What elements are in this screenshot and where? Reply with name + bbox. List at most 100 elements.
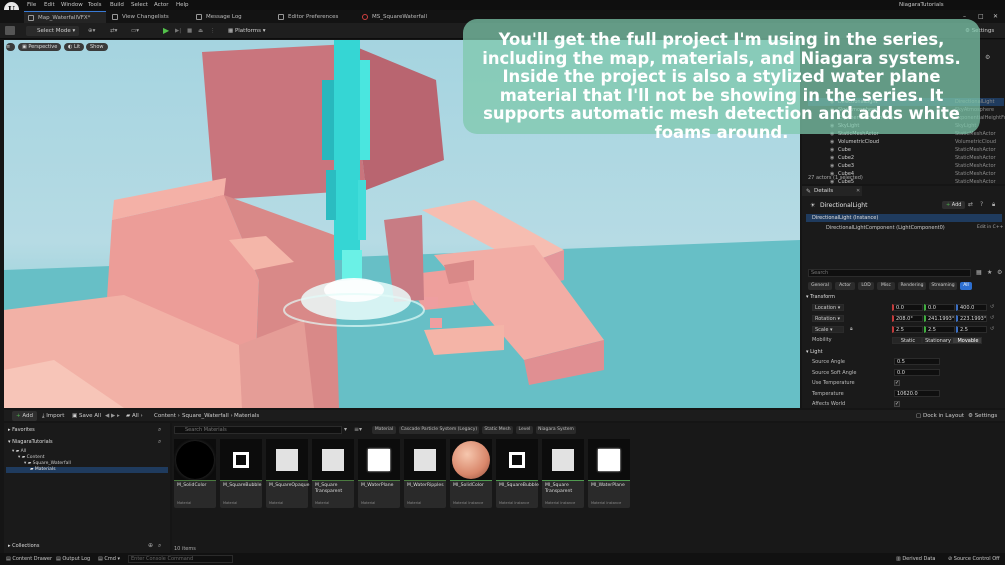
tree-square-waterfall[interactable]: ▾ ▰ Square_Waterfall	[24, 461, 71, 466]
scale-dropdown[interactable]: Scale ▾	[812, 326, 844, 333]
add-component-button[interactable]: + Add	[942, 201, 966, 209]
perspective-button[interactable]: ▣ Perspective	[18, 43, 62, 51]
play-options-icon[interactable]: ⋮	[210, 26, 216, 36]
asset-tile[interactable]: M_Square Transparent Material	[312, 439, 354, 508]
asset-search-input[interactable]: Search Materials	[174, 426, 342, 434]
asset-tile[interactable]: MI_Square Transparent Material Instance	[542, 439, 584, 508]
rotation-field-y[interactable]: 241.1993°	[924, 315, 955, 322]
dock-in-layout-button[interactable]: ▢ Dock in Layout	[916, 411, 964, 421]
filter-chip[interactable]: Level	[516, 426, 533, 434]
filter-options-icon[interactable]: ≡▾	[354, 426, 362, 433]
outliner-row[interactable]: ◉ Cube2 StaticMeshActor	[808, 154, 1004, 162]
details-search-input[interactable]: Search	[808, 269, 971, 277]
filter-tab-general[interactable]: General	[808, 282, 832, 290]
platforms-button[interactable]: ▦ Platforms ▾	[228, 26, 266, 36]
lit-button[interactable]: ◐ Lit	[64, 43, 85, 51]
asset-tile[interactable]: M_WaterRipples Material	[404, 439, 446, 508]
tab-ms-square-waterfall[interactable]: MS_SquareWaterfall	[358, 11, 444, 23]
viewport-menu-icon[interactable]: ≡	[6, 43, 15, 51]
reset-rotation-icon[interactable]: ↺	[990, 315, 994, 321]
breadcrumb-all[interactable]: ▰ All ›	[126, 411, 143, 421]
breadcrumb-materials[interactable]: Materials	[234, 411, 259, 421]
temperature-field[interactable]: 10620.0	[894, 390, 940, 397]
filter-chip[interactable]: Niagara System	[536, 426, 576, 434]
reset-scale-icon[interactable]: ↺	[990, 326, 994, 332]
scale-lock-icon[interactable]: 🔒︎	[850, 326, 853, 332]
tab-message-log[interactable]: Message Log	[192, 11, 274, 23]
tab-map-waterfall[interactable]: Map_WaterfallVFX*	[24, 11, 106, 23]
step-icon[interactable]: ▶|	[175, 26, 181, 36]
rotation-field-x[interactable]: 208.0°	[892, 315, 923, 322]
blueprint-icon[interactable]: ⇄	[968, 201, 973, 208]
favorites-header[interactable]: ▸ Favorites	[8, 427, 35, 433]
outliner-row[interactable]: ◉ VolumetricCloud VolumetricCloud	[808, 138, 1004, 146]
menu-actor[interactable]: Actor	[154, 2, 168, 8]
details-settings-icon[interactable]: ⚙	[997, 269, 1002, 276]
project-search-icon[interactable]: ⌕	[158, 438, 161, 446]
mobility-stationary[interactable]: Stationary	[922, 337, 952, 344]
visibility-icon[interactable]: ◉	[830, 162, 834, 170]
add-content-icon[interactable]: ⊕▾	[88, 26, 95, 36]
filter-chip[interactable]: Material	[372, 426, 396, 434]
asset-tile[interactable]: M_SquareBubble Material	[220, 439, 262, 508]
source-soft-angle-field[interactable]: 0.0	[894, 369, 940, 376]
filter-icon[interactable]: ▾	[344, 426, 347, 433]
location-field-y[interactable]: 0.0	[924, 304, 955, 311]
menu-build[interactable]: Build	[110, 2, 124, 8]
add-collection-icon[interactable]: ⊕	[148, 542, 153, 549]
asset-tile[interactable]: MI_SquareBubble Material Instance	[496, 439, 539, 508]
menu-window[interactable]: Window	[61, 2, 83, 8]
project-header[interactable]: ▾ NiagaraTutorials	[8, 439, 53, 445]
cmd-dropdown[interactable]: ▤ Cmd ▾	[98, 556, 120, 562]
tree-all[interactable]: ▾ ▰ All	[12, 449, 26, 454]
favorites-search-icon[interactable]: ⌕	[158, 426, 161, 434]
menu-help[interactable]: Help	[176, 2, 189, 8]
menu-tools[interactable]: Tools	[88, 2, 102, 8]
reset-location-icon[interactable]: ↺	[990, 304, 994, 310]
asset-tile[interactable]: M_SolidColor Material	[174, 439, 216, 508]
close-details-icon[interactable]: ✕	[856, 188, 860, 194]
star-icon[interactable]: ★	[987, 269, 992, 276]
history-back-icon[interactable]: ◀ ▶ ▸	[105, 411, 120, 421]
maximize-icon[interactable]: □	[978, 13, 984, 20]
tree-content[interactable]: ▾ ▰ Content	[18, 455, 45, 460]
collections-header[interactable]: ▸ Collections	[8, 543, 39, 549]
filter-tab-streaming[interactable]: Streaming	[929, 282, 957, 290]
menu-edit[interactable]: Edit	[44, 2, 55, 8]
grid-view-icon[interactable]: ▦	[976, 269, 982, 276]
filter-chip[interactable]: Static Mesh	[482, 426, 513, 434]
outliner-row[interactable]: ◉ Cube StaticMeshActor	[808, 146, 1004, 154]
filter-tab-rendering[interactable]: Rendering	[898, 282, 926, 290]
tab-view-changelists[interactable]: View Changelists	[108, 11, 194, 23]
console-input[interactable]: Enter Console Command	[128, 555, 233, 563]
menu-select[interactable]: Select	[131, 2, 148, 8]
location-dropdown[interactable]: Location ▾	[812, 304, 844, 311]
edit-in-cpp-link[interactable]: Edit in C++	[977, 225, 1003, 230]
cb-settings-button[interactable]: ⚙ Settings	[968, 411, 997, 421]
filter-tab-actor[interactable]: Actor	[835, 282, 855, 290]
outliner-settings-icon[interactable]: ⚙	[985, 54, 990, 61]
source-angle-field[interactable]: 0.5	[894, 358, 940, 365]
visibility-icon[interactable]: ◉	[830, 154, 834, 162]
source-control-button[interactable]: ⊘ Source Control Off	[948, 556, 1000, 562]
asset-tile[interactable]: M_WaterPlane Material	[358, 439, 400, 508]
tree-materials[interactable]: ▰ Materials	[6, 467, 168, 473]
menu-file[interactable]: File	[27, 2, 36, 8]
save-icon[interactable]	[5, 26, 15, 35]
filter-tab-lod[interactable]: LOD	[858, 282, 874, 290]
scale-field-y[interactable]: 2.5	[924, 326, 955, 333]
details-tab[interactable]: ✎ Details ✕	[802, 186, 862, 196]
tab-editor-preferences[interactable]: Editor Preferences	[274, 11, 360, 23]
cinematics-icon[interactable]: ▭▾	[131, 26, 139, 36]
derived-data-button[interactable]: ▥ Derived Data	[896, 556, 935, 562]
collections-search-icon[interactable]: ⌕	[158, 542, 161, 550]
visibility-icon[interactable]: ◉	[830, 146, 834, 154]
scale-field-x[interactable]: 2.5	[892, 326, 923, 333]
light-component-row[interactable]: DirectionalLightComponent (LightComponen…	[826, 225, 945, 231]
asset-tile[interactable]: MI_SolidColor Material Instance	[450, 439, 492, 508]
asset-tile[interactable]: MI_WaterPlane Material Instance	[588, 439, 630, 508]
location-field-x[interactable]: 0.0	[892, 304, 923, 311]
scale-field-z[interactable]: 2.5	[956, 326, 987, 333]
component-instance-row[interactable]: DirectionalLight (Instance)	[806, 214, 1002, 222]
blueprints-icon[interactable]: ⇄▾	[110, 26, 117, 36]
